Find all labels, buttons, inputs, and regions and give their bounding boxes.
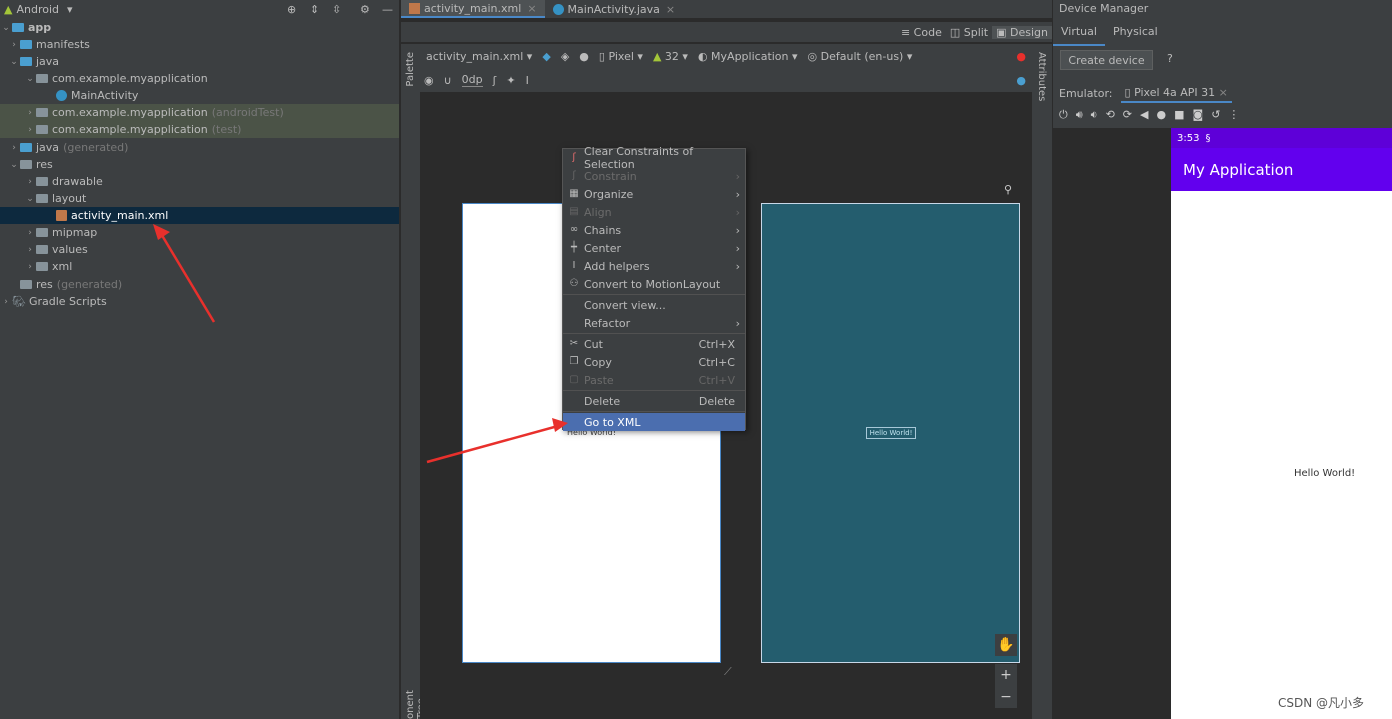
arrow-to-go-to-xml — [426, 418, 568, 464]
arrow-to-layout-file — [153, 224, 216, 323]
annotation-arrows — [153, 224, 568, 464]
